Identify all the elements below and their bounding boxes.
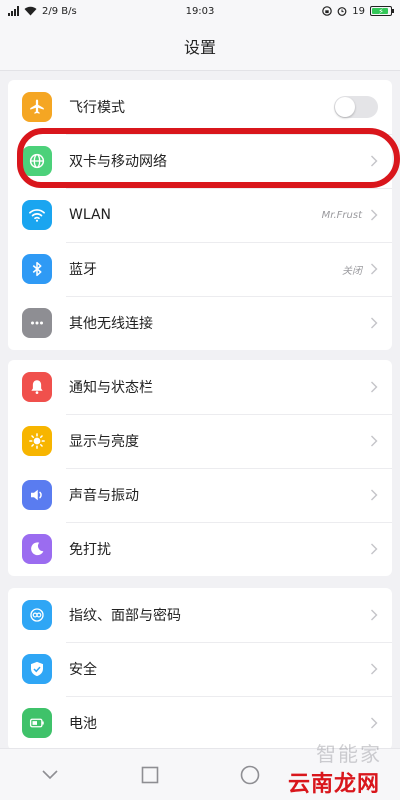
- chevron-right-icon: [371, 717, 378, 729]
- more-icon: [22, 308, 52, 338]
- security-group: 指纹、面部与密码 安全 电池: [8, 588, 392, 750]
- chevron-right-icon: [371, 609, 378, 621]
- moon-icon: [22, 534, 52, 564]
- wifi-icon: [22, 200, 52, 230]
- settings-item-label: 显示与亮度: [69, 434, 139, 450]
- settings-item-label: 飞行模式: [69, 100, 125, 116]
- settings-item-bluetooth[interactable]: 蓝牙 关闭: [8, 242, 392, 296]
- bluetooth-status: 关闭: [342, 265, 362, 277]
- settings-item-label: 免打扰: [69, 542, 111, 558]
- settings-item-sound[interactable]: 声音与振动: [8, 468, 392, 522]
- fingerprint-icon: [22, 600, 52, 630]
- network-speed: 2/9 B/s: [42, 5, 77, 17]
- settings-item-battery[interactable]: 电池: [8, 696, 392, 750]
- battery-icon: [22, 708, 52, 738]
- chevron-right-icon: [371, 435, 378, 447]
- battery-percent: 19: [352, 5, 365, 17]
- lock-icon: [322, 6, 333, 16]
- airplane-mode-toggle[interactable]: [334, 96, 378, 118]
- chevron-right-icon: [371, 209, 378, 221]
- chevron-right-icon: [371, 317, 378, 329]
- chevron-right-icon: [371, 489, 378, 501]
- square-icon: [141, 766, 159, 783]
- settings-item-other-wireless[interactable]: 其他无线连接: [8, 296, 392, 350]
- shield-icon: [22, 654, 52, 684]
- chevron-right-icon: [371, 663, 378, 675]
- settings-item-dual-sim[interactable]: 双卡与移动网络: [8, 134, 392, 188]
- status-bar: 2/9 B/s 19:03 19 ⚡: [0, 0, 400, 22]
- settings-item-label: 蓝牙: [69, 262, 97, 278]
- wlan-network-name: Mr.Frust: [321, 209, 362, 221]
- alarm-icon: [337, 7, 347, 16]
- notification-display-group: 通知与状态栏 显示与亮度 声音与振动 免打扰: [8, 360, 392, 576]
- bluetooth-icon: [22, 254, 52, 284]
- nav-back-button[interactable]: [30, 755, 70, 795]
- settings-item-security[interactable]: 安全: [8, 642, 392, 696]
- signal-icon: [8, 6, 19, 16]
- settings-item-do-not-disturb[interactable]: 免打扰: [8, 522, 392, 576]
- nav-home-button[interactable]: [230, 755, 270, 795]
- speaker-icon: [22, 480, 52, 510]
- settings-item-wlan[interactable]: WLAN Mr.Frust: [8, 188, 392, 242]
- navigation-bar: [0, 748, 400, 800]
- circle-icon: [240, 765, 260, 784]
- settings-item-label: 安全: [69, 662, 97, 678]
- settings-item-label: 双卡与移动网络: [69, 154, 167, 170]
- nav-recents-button[interactable]: [130, 755, 170, 795]
- settings-item-label: 电池: [69, 716, 97, 732]
- settings-item-airplane-mode[interactable]: 飞行模式: [8, 80, 392, 134]
- wifi-status-icon: [24, 6, 37, 16]
- chevron-right-icon: [371, 155, 378, 167]
- settings-item-label: WLAN: [69, 207, 112, 223]
- settings-item-display[interactable]: 显示与亮度: [8, 414, 392, 468]
- toggle-knob: [335, 97, 355, 117]
- chevron-right-icon: [371, 381, 378, 393]
- status-left: 2/9 B/s: [8, 6, 77, 17]
- battery-status-icon: ⚡: [370, 6, 394, 16]
- settings-item-label: 声音与振动: [69, 488, 139, 504]
- settings-item-label: 指纹、面部与密码: [69, 608, 181, 624]
- connectivity-group: 飞行模式 双卡与移动网络 WLAN Mr.Frust 蓝牙 关闭 其他无线连接: [8, 80, 392, 350]
- globe-icon: [22, 146, 52, 176]
- sun-icon: [22, 426, 52, 456]
- settings-item-label: 其他无线连接: [69, 316, 153, 332]
- chevron-right-icon: [371, 263, 378, 275]
- bell-icon: [22, 372, 52, 402]
- settings-item-label: 通知与状态栏: [69, 380, 153, 396]
- settings-item-fingerprint[interactable]: 指纹、面部与密码: [8, 588, 392, 642]
- settings-item-notifications[interactable]: 通知与状态栏: [8, 360, 392, 414]
- header-divider: [0, 70, 400, 71]
- status-right: 19 ⚡: [322, 5, 394, 17]
- chevron-right-icon: [371, 543, 378, 555]
- airplane-icon: [22, 92, 52, 122]
- chevron-down-icon: [42, 769, 58, 779]
- page-title: 设置: [0, 22, 400, 70]
